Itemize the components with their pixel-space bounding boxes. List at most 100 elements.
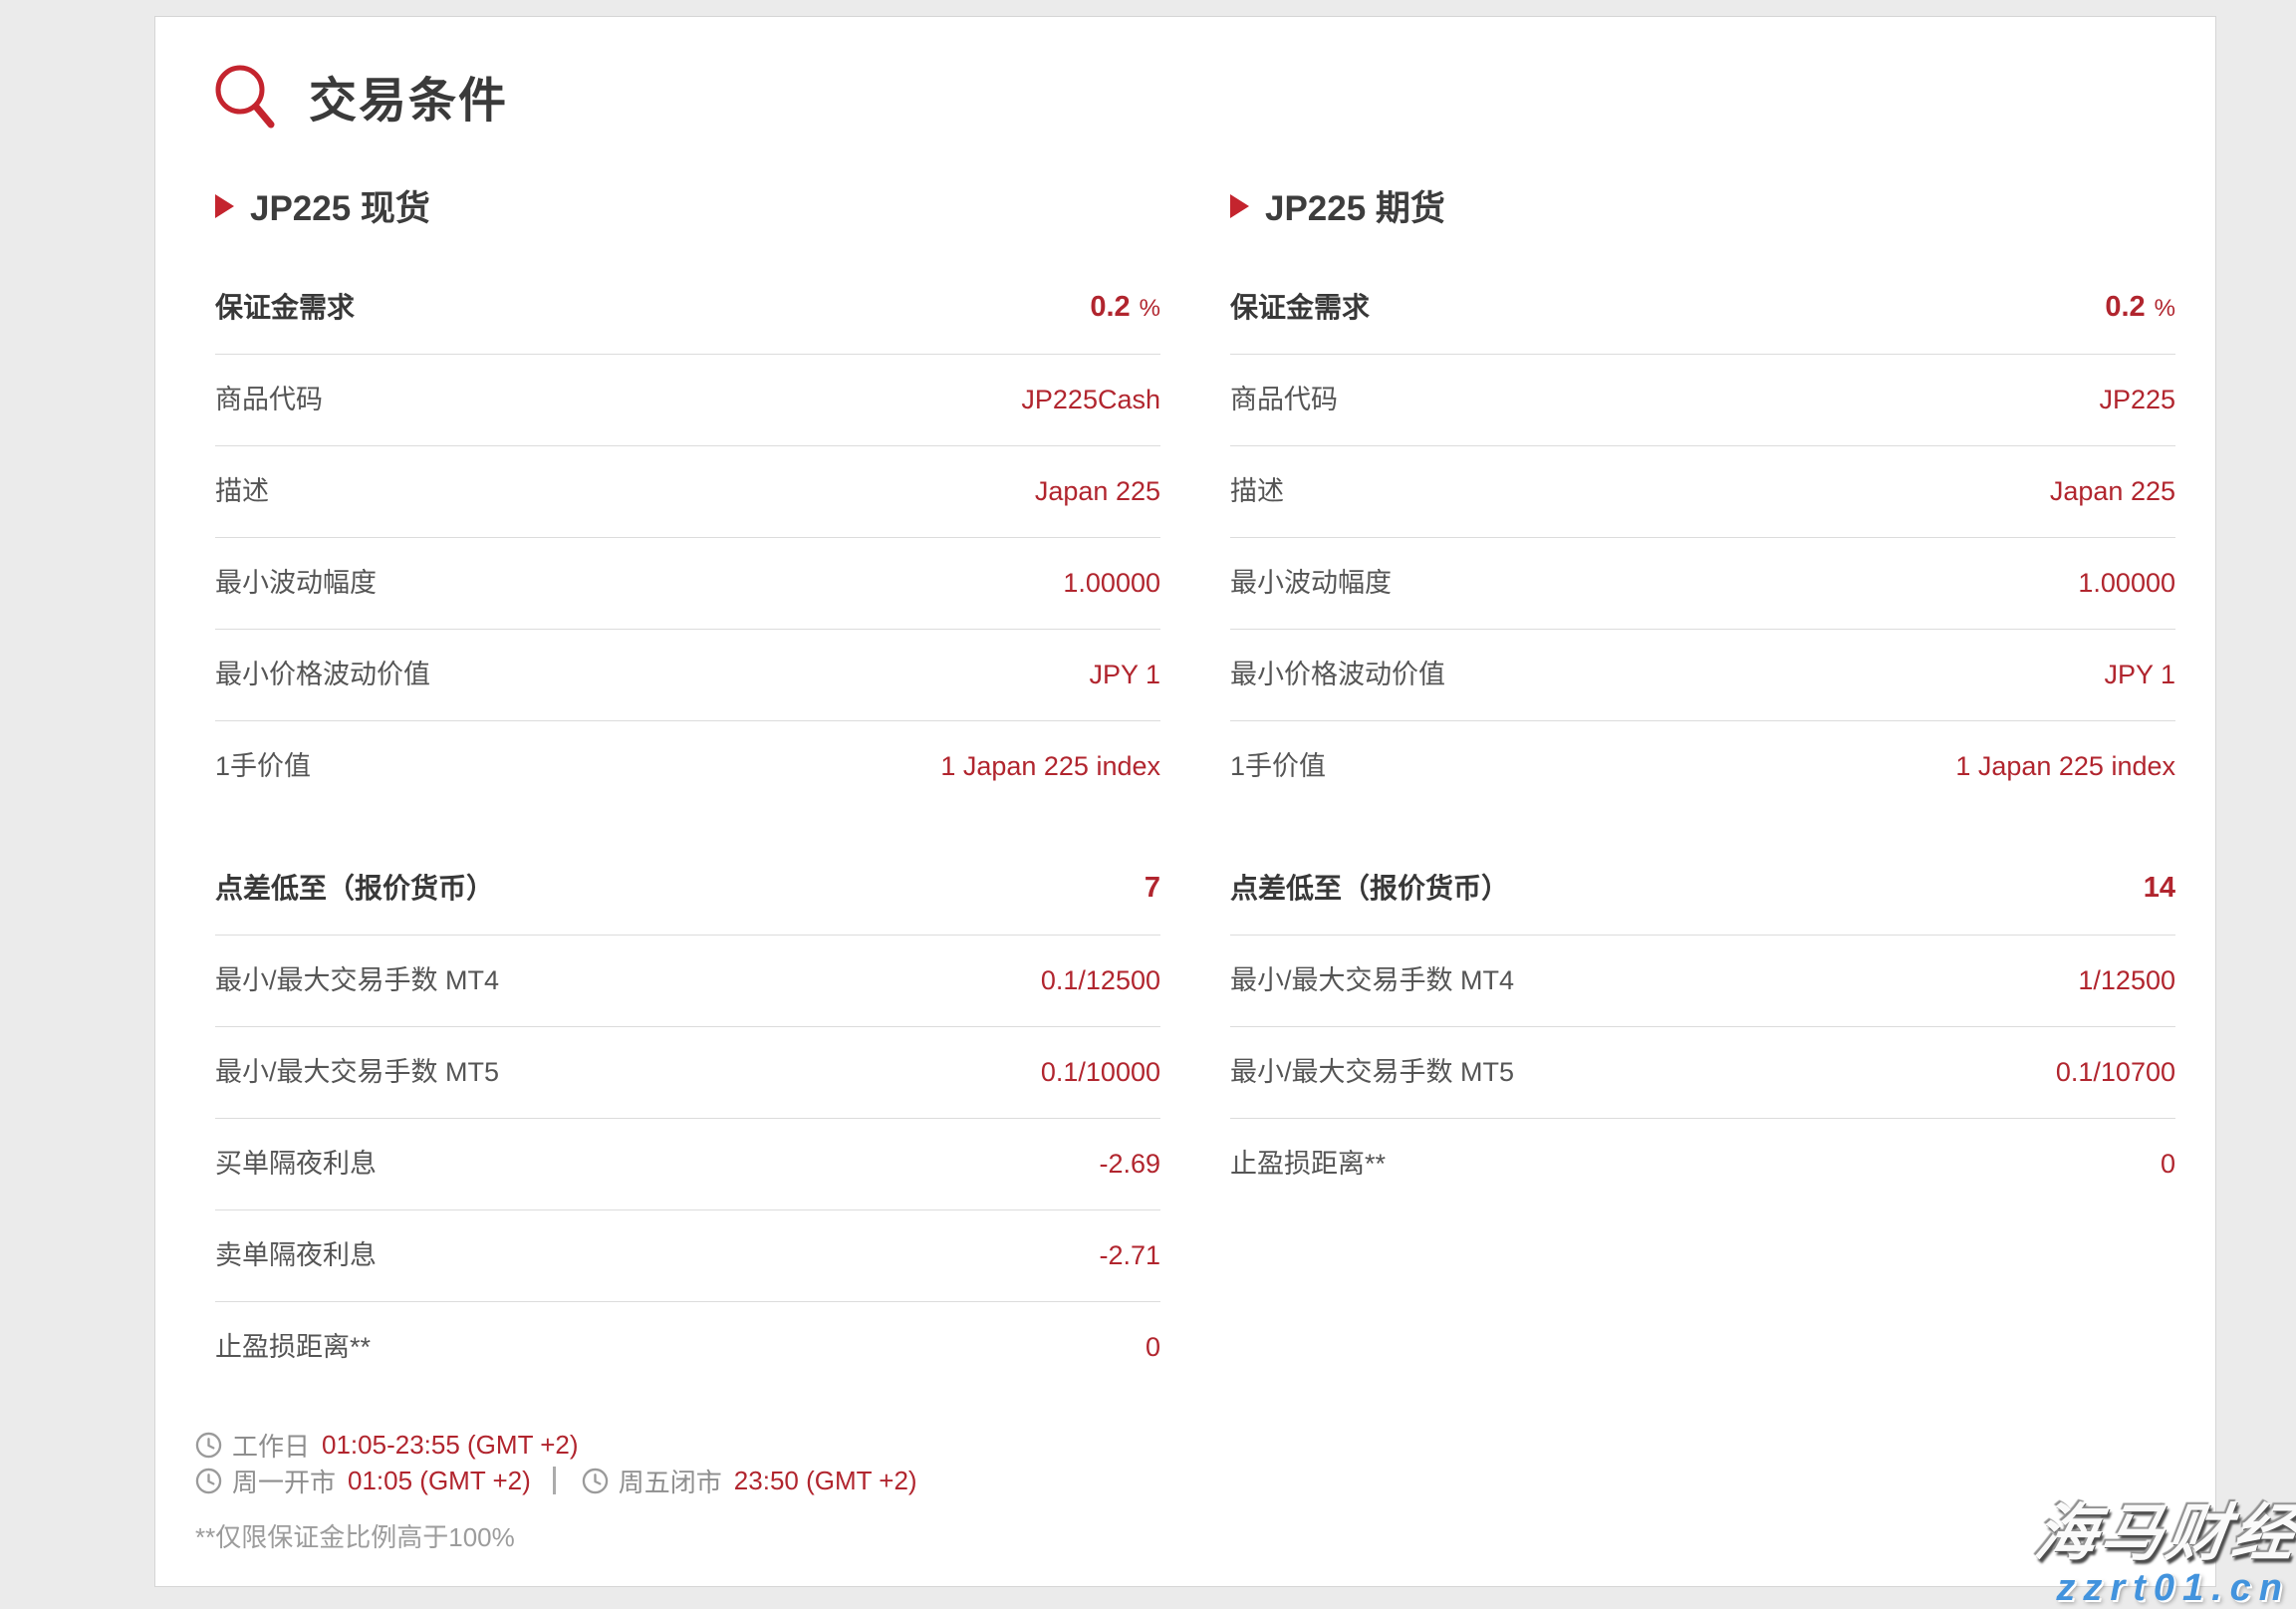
row-value: 7: [1144, 872, 1160, 904]
table-row: 商品代码 JP225: [1230, 355, 2175, 446]
watermark-brand: 海马财经: [2030, 1499, 2296, 1568]
table-row: 描述 Japan 225: [215, 446, 1160, 538]
section-header-jp225-futures: JP225 期货: [1230, 180, 2175, 231]
conditions-table: 点差低至（报价货币） 7 最小/最大交易手数 MT4 0.1/12500 最小/最大交易…: [215, 842, 1160, 1393]
table-row: 保证金需求 0.2%: [1230, 261, 2175, 355]
table-row: 止盈损距离** 0: [215, 1302, 1160, 1393]
table-row: 1手价值 1 Japan 225 index: [215, 721, 1160, 812]
page-header: 交易条件: [195, 61, 2175, 131]
row-label: 最小/最大交易手数 MT4: [1230, 965, 1515, 995]
row-value: 1.00000: [2078, 568, 2175, 598]
row-value: JP225Cash: [1021, 385, 1160, 414]
row-label: 最小波动幅度: [215, 568, 377, 598]
watermark-site: zzrt01.cn: [2056, 1567, 2290, 1609]
workday-hours-line: 工作日 01:05-23:55 (GMT +2): [195, 1427, 2175, 1463]
table-row: 点差低至（报价货币） 7: [215, 842, 1160, 936]
table-row: 最小波动幅度 1.00000: [215, 538, 1160, 630]
section-header-label: JP225 期货: [1265, 189, 1445, 228]
conditions-table: 保证金需求 0.2% 商品代码 JP225 描述 Japan 225 最小波动幅度 1.000…: [1230, 261, 2175, 812]
section-header-jp225-cash: JP225 现货: [215, 180, 1160, 231]
table-row: 保证金需求 0.2%: [215, 261, 1160, 355]
table-row: 最小/最大交易手数 MT5 0.1/10000: [215, 1027, 1160, 1119]
table-row: 最小/最大交易手数 MT5 0.1/10700: [1230, 1027, 2175, 1119]
row-label: 最小/最大交易手数 MT4: [215, 965, 500, 995]
row-label: 描述: [1230, 476, 1284, 506]
table-row: 最小价格波动价值 JPY 1: [1230, 630, 2175, 721]
table-row: 卖单隔夜利息 -2.71: [215, 1210, 1160, 1302]
trading-hours-footer: 工作日 01:05-23:55 (GMT +2) 周一开市 01:05 (GMT…: [195, 1427, 2175, 1553]
table-row: 最小/最大交易手数 MT4 1/12500: [1230, 936, 2175, 1027]
row-value: 0: [1145, 1332, 1160, 1362]
row-value: 1 Japan 225 index: [1955, 751, 2175, 781]
row-label: 买单隔夜利息: [215, 1149, 377, 1179]
row-value: 1 Japan 225 index: [940, 751, 1160, 781]
row-label: 最小波动幅度: [1230, 568, 1392, 598]
row-value: Japan 225: [1034, 476, 1160, 506]
clock-icon: [195, 1468, 222, 1494]
row-value: JPY 1: [1089, 660, 1160, 689]
workday-label: 工作日: [232, 1431, 311, 1462]
column-jp225-cash: JP225 现货 保证金需求 0.2% 商品代码 JP225Cash 描述 Japan 2…: [195, 180, 1160, 1393]
row-value: 0.1/10000: [1040, 1057, 1160, 1087]
row-value: 0.2%: [1090, 291, 1160, 323]
row-value: 1.00000: [1063, 568, 1160, 598]
clock-icon: [195, 1432, 222, 1459]
row-label: 1手价值: [1230, 751, 1327, 781]
row-value: Japan 225: [2049, 476, 2175, 506]
row-label: 描述: [215, 476, 269, 506]
row-label: 最小/最大交易手数 MT5: [215, 1057, 500, 1087]
table-row: 描述 Japan 225: [1230, 446, 2175, 538]
friday-close-time: 23:50 (GMT +2): [733, 1465, 917, 1495]
row-value: 14: [2143, 872, 2175, 904]
column-jp225-futures: JP225 期货 保证金需求 0.2% 商品代码 JP225 描述 Japan 225 最小…: [1210, 180, 2175, 1209]
table-row: 买单隔夜利息 -2.69: [215, 1119, 1160, 1210]
workday-time: 01:05-23:55 (GMT +2): [322, 1429, 579, 1460]
trading-conditions-card: 交易条件 JP225 现货 保证金需求 0.2% 商品代码 JP225Cash 描述 Ja…: [154, 16, 2216, 1587]
open-close-line: 周一开市 01:05 (GMT +2) 周五闭市 23:50 (GMT +2): [195, 1463, 2175, 1498]
row-value: 1/12500: [2078, 965, 2175, 995]
table-row: 1手价值 1 Japan 225 index: [1230, 721, 2175, 812]
row-label: 卖单隔夜利息: [215, 1240, 377, 1270]
vertical-divider: [552, 1467, 556, 1494]
table-row: 最小/最大交易手数 MT4 0.1/12500: [215, 936, 1160, 1027]
monday-open-label: 周一开市: [232, 1467, 337, 1497]
table-row: 点差低至（报价货币） 14: [1230, 842, 2175, 936]
row-label: 止盈损距离**: [215, 1332, 372, 1362]
row-value: 0.1/12500: [1040, 965, 1160, 995]
triangle-bullet-icon: [215, 193, 234, 218]
row-value: 0.1/10700: [2055, 1057, 2175, 1087]
table-row: 止盈损距离** 0: [1230, 1119, 2175, 1209]
row-value: JPY 1: [2104, 660, 2175, 689]
conditions-table: 点差低至（报价货币） 14 最小/最大交易手数 MT4 1/12500 最小/最大交易手…: [1230, 842, 2175, 1209]
triangle-bullet-icon: [1230, 193, 1249, 218]
row-value: JP225: [2099, 385, 2175, 414]
row-label: 止盈损距离**: [1230, 1149, 1387, 1179]
page-title: 交易条件: [309, 75, 509, 128]
row-label: 最小价格波动价值: [1230, 660, 1445, 689]
row-label: 保证金需求: [1230, 291, 1371, 323]
row-label: 最小价格波动价值: [215, 660, 430, 689]
clock-icon: [582, 1468, 609, 1494]
row-label: 点差低至（报价货币）: [215, 872, 495, 904]
friday-close-label: 周五闭市: [618, 1467, 722, 1497]
magnifier-icon: [213, 63, 277, 129]
row-label: 最小/最大交易手数 MT5: [1230, 1057, 1515, 1087]
table-row: 最小价格波动价值 JPY 1: [215, 630, 1160, 721]
row-value-suffix: %: [2154, 295, 2175, 322]
row-value-suffix: %: [1139, 295, 1160, 322]
row-value: -2.71: [1099, 1240, 1160, 1270]
row-label: 商品代码: [215, 385, 323, 414]
table-row: 最小波动幅度 1.00000: [1230, 538, 2175, 630]
row-value: -2.69: [1099, 1149, 1160, 1179]
monday-open-time: 01:05 (GMT +2): [348, 1465, 531, 1495]
row-value: 0.2%: [2105, 291, 2175, 323]
row-value: 0: [2160, 1149, 2175, 1179]
row-label: 1手价值: [215, 751, 312, 781]
row-label: 商品代码: [1230, 385, 1338, 414]
watermark: 海马财经 zzrt01.cn: [2030, 1499, 2296, 1609]
row-label: 点差低至（报价货币）: [1230, 872, 1510, 904]
conditions-table: 保证金需求 0.2% 商品代码 JP225Cash 描述 Japan 225 最小波动幅度 1…: [215, 261, 1160, 812]
row-label: 保证金需求: [215, 291, 356, 323]
margin-footnote: **仅限保证金比例高于100%: [195, 1522, 515, 1552]
section-header-label: JP225 现货: [250, 189, 430, 228]
